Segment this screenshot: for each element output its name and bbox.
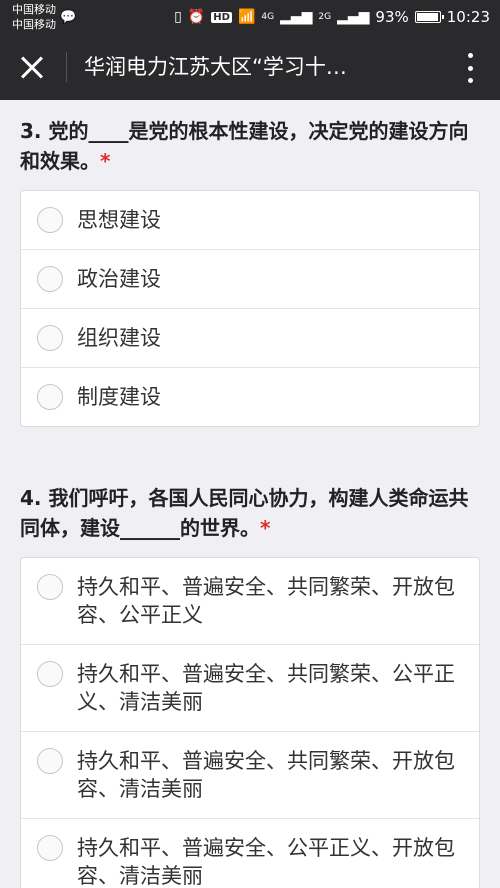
question-3-title: 3. 党的____是党的根本性建设，决定党的建设方向和效果。* bbox=[20, 116, 480, 176]
radio-button[interactable] bbox=[37, 835, 63, 861]
question-4-options: 持久和平、普遍安全、共同繁荣、开放包容、公平正义 持久和平、普遍安全、共同繁荣、… bbox=[20, 557, 480, 888]
question-4-title: 4. 我们呼吁，各国人民同心协力，构建人类命运共同体，建设______的世界。* bbox=[20, 483, 480, 543]
wifi-icon: 📶 bbox=[237, 9, 256, 25]
network-4g-label: 4G bbox=[261, 12, 275, 22]
hd-badge: HD bbox=[211, 11, 232, 23]
alarm-icon: ⏰ bbox=[187, 9, 206, 25]
question-4-option[interactable]: 持久和平、普遍安全、共同繁荣、公平正义、清洁美丽 bbox=[21, 644, 479, 731]
status-bar: 中国移动 中国移动 💬 ▯ ⏰ HD 📶 4G ▂▄▆ 2G ▂▄▆ 93% 1… bbox=[0, 0, 500, 34]
question-3: 3. 党的____是党的根本性建设，决定党的建设方向和效果。* 思想建设 政治建… bbox=[0, 100, 500, 427]
radio-button[interactable] bbox=[37, 384, 63, 410]
question-3-option[interactable]: 思想建设 bbox=[21, 191, 479, 249]
option-label: 思想建设 bbox=[77, 208, 161, 232]
carrier-2: 中国移动 bbox=[12, 18, 56, 31]
clock: 10:23 bbox=[446, 8, 490, 26]
more-dot-icon bbox=[467, 53, 473, 58]
radio-button[interactable] bbox=[37, 574, 63, 600]
battery-icon bbox=[414, 11, 444, 23]
question-3-option[interactable]: 组织建设 bbox=[21, 308, 479, 367]
question-4-text: 4. 我们呼吁，各国人民同心协力，构建人类命运共同体，建设______的世界。 bbox=[20, 486, 469, 540]
message-bubble-icon: 💬 bbox=[60, 10, 77, 25]
carrier-info: 中国移动 中国移动 💬 bbox=[12, 2, 76, 32]
status-icons: ▯ ⏰ HD 📶 4G ▂▄▆ 2G ▂▄▆ 93% 10:23 bbox=[174, 0, 490, 34]
radio-button[interactable] bbox=[37, 207, 63, 233]
option-label: 组织建设 bbox=[77, 326, 161, 350]
radio-button[interactable] bbox=[37, 325, 63, 351]
nav-bar: 华润电力江苏大区“学习十… bbox=[0, 34, 500, 100]
radio-button[interactable] bbox=[37, 748, 63, 774]
option-label: 制度建设 bbox=[77, 385, 161, 409]
option-label: 政治建设 bbox=[77, 267, 161, 291]
radio-button[interactable] bbox=[37, 661, 63, 687]
required-mark: * bbox=[100, 149, 111, 173]
more-dot-icon bbox=[467, 65, 473, 71]
more-menu-button[interactable] bbox=[466, 53, 474, 83]
option-label: 持久和平、普遍安全、共同繁荣、公平正义、清洁美丽 bbox=[77, 662, 455, 714]
question-4-option[interactable]: 持久和平、普遍安全、共同繁荣、开放包容、公平正义 bbox=[21, 558, 479, 644]
signal-2-icon: ▂▄▆ bbox=[337, 9, 370, 25]
option-label: 持久和平、普遍安全、公平正义、开放包容、清洁美丽 bbox=[77, 836, 455, 888]
question-3-text: 3. 党的____是党的根本性建设，决定党的建设方向和效果。 bbox=[20, 119, 469, 173]
battery-percent: 93% bbox=[375, 8, 409, 26]
page-title: 华润电力江苏大区“学习十… bbox=[84, 55, 347, 79]
question-4: 4. 我们呼吁，各国人民同心协力，构建人类命运共同体，建设______的世界。*… bbox=[0, 427, 500, 888]
question-4-option[interactable]: 持久和平、普遍安全、共同繁荣、开放包容、清洁美丽 bbox=[21, 731, 479, 818]
option-label: 持久和平、普遍安全、共同繁荣、开放包容、公平正义 bbox=[77, 575, 455, 627]
question-3-option[interactable]: 政治建设 bbox=[21, 249, 479, 308]
network-2g-label: 2G bbox=[318, 12, 332, 22]
close-button[interactable] bbox=[16, 51, 48, 83]
question-3-options: 思想建设 政治建设 组织建设 制度建设 bbox=[20, 190, 480, 427]
question-3-option[interactable]: 制度建设 bbox=[21, 367, 479, 426]
more-dot-icon bbox=[467, 78, 473, 83]
vibrate-icon: ▯ bbox=[174, 9, 182, 25]
carrier-1: 中国移动 bbox=[12, 3, 56, 16]
signal-1-icon: ▂▄▆ bbox=[280, 9, 313, 25]
survey-content: 3. 党的____是党的根本性建设，决定党的建设方向和效果。* 思想建设 政治建… bbox=[0, 100, 500, 888]
required-mark: * bbox=[260, 516, 271, 540]
radio-button[interactable] bbox=[37, 266, 63, 292]
nav-divider bbox=[66, 52, 67, 82]
option-label: 持久和平、普遍安全、共同繁荣、开放包容、清洁美丽 bbox=[77, 749, 455, 801]
question-4-option[interactable]: 持久和平、普遍安全、公平正义、开放包容、清洁美丽 bbox=[21, 818, 479, 888]
